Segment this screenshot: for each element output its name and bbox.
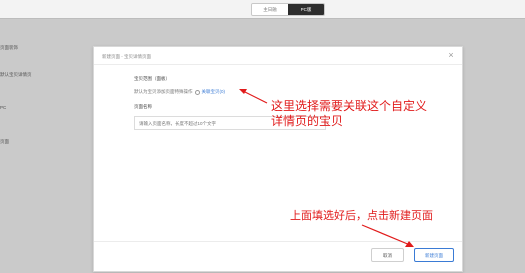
new-page-dialog: 新建页面 - 宝贝详情页面 × 宝贝范围（面板） 默认为宝贝添加页面特殊操作 关… bbox=[93, 46, 463, 272]
annotation-text: 上面填选好后，点击新建页面 bbox=[290, 209, 433, 222]
name-section-label: 页面名称 bbox=[134, 104, 152, 109]
cancel-button[interactable]: 取消 bbox=[371, 248, 404, 262]
link-associate-items[interactable]: 关联宝贝(0) bbox=[202, 89, 226, 95]
create-page-button[interactable]: 新建页面 bbox=[414, 248, 454, 262]
scope-hint-row: 默认为宝贝添加页面特殊操作 关联宝贝(0) bbox=[134, 88, 225, 96]
annotation-text: 详情页的宝贝 bbox=[271, 114, 344, 128]
divider bbox=[94, 241, 462, 242]
tab-mobile[interactable]: 主日融 bbox=[252, 4, 288, 15]
version-switcher: 主日融 PC版 bbox=[251, 3, 325, 16]
scope-section-label: 宝贝范围（面板） bbox=[134, 76, 170, 81]
scope-radio[interactable] bbox=[194, 89, 200, 95]
app-window: 主日融 PC版 页面装饰 默认宝贝详情页 PC 页面 新建页面 - 宝贝详情页面… bbox=[0, 0, 525, 273]
scope-hint-text: 默认为宝贝添加页面特殊操作 bbox=[134, 89, 193, 94]
divider bbox=[94, 64, 462, 65]
tab-pc[interactable]: PC版 bbox=[288, 4, 324, 15]
dialog-title: 新建页面 - 宝贝详情页面 bbox=[102, 54, 151, 59]
close-icon[interactable]: × bbox=[446, 50, 456, 60]
top-bar: 主日融 PC版 bbox=[0, 0, 525, 19]
